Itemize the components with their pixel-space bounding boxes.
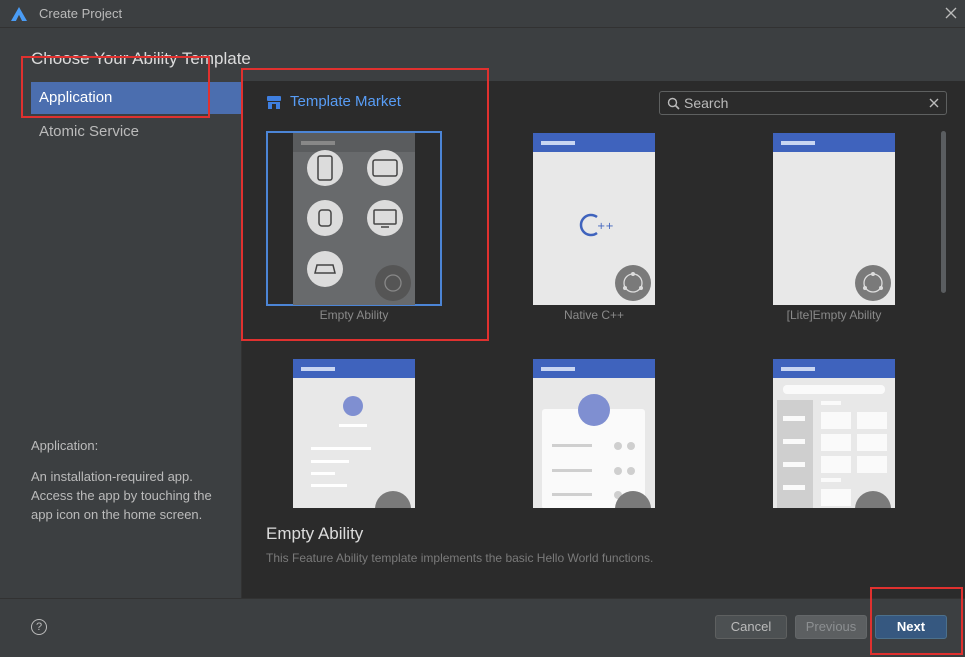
window-title: Create Project [39,6,123,21]
template-thumbnail [293,133,415,305]
page-title: Choose Your Ability Template [31,49,251,68]
template-thumbnail [293,359,415,508]
nav-item-atomic-service[interactable]: Atomic Service [31,116,241,148]
nav-item-application[interactable]: Application [31,82,241,114]
selected-template-title: Empty Ability [266,524,364,543]
template-label: Empty Ability [319,308,389,322]
create-project-dialog: Create Project Choose Your Ability Templ… [0,0,965,657]
template-market-label: Template Market [290,93,401,110]
search-box[interactable] [659,91,947,115]
template-label: Native C++ [563,308,625,322]
search-icon [667,97,680,110]
template-thumbnail: ++ [533,133,655,305]
title-bar: Create Project [0,0,965,28]
close-icon[interactable] [943,5,959,21]
grid-illustration [777,385,887,508]
description-title: Application: [31,438,99,453]
template-thumbnail [533,359,655,508]
ability-badge-icon [855,265,891,301]
selected-template-description: This Feature Ability template implements… [266,551,654,565]
clear-search-icon[interactable] [928,97,940,109]
store-icon [267,95,281,109]
template-thumbnail [773,133,895,305]
previous-button[interactable]: Previous [795,615,867,639]
description-text: An installation-required app. Access the… [31,469,212,522]
cancel-button[interactable]: Cancel [715,615,787,639]
profile-card-illustration [542,394,645,508]
search-input[interactable] [684,93,924,113]
template-scrollbar[interactable] [941,131,946,293]
next-button[interactable]: Next [875,615,947,639]
template-label: [Lite]Empty Ability [786,308,882,322]
device-types-icon [307,150,411,301]
deveco-logo-icon [11,7,27,21]
template-thumbnail [773,359,895,508]
profile-list-illustration [311,396,371,487]
svg-text:++: ++ [597,221,614,232]
help-icon[interactable]: ? [31,619,47,635]
template-market-link[interactable]: Template Market [266,93,401,110]
ability-badge-icon [615,265,651,301]
